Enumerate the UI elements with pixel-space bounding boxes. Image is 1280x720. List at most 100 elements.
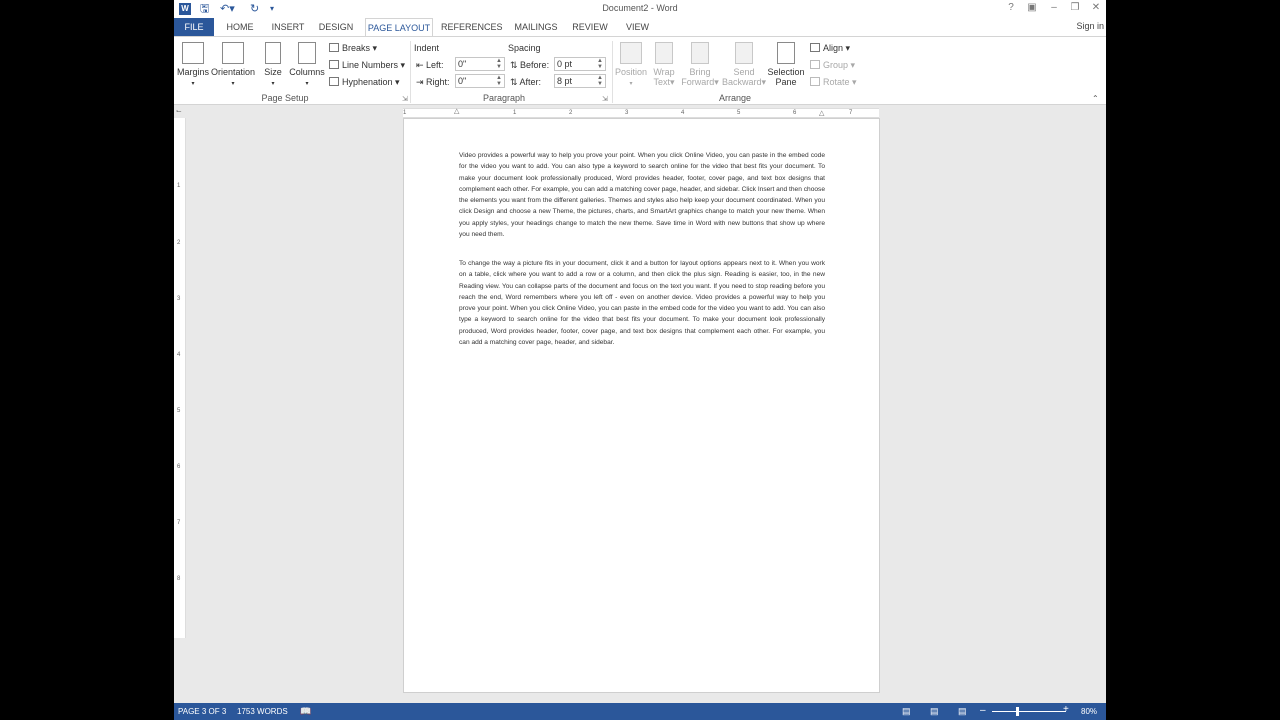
orientation-button[interactable]: Orientation ▾ — [210, 42, 256, 87]
help-icon[interactable]: ? — [1004, 2, 1018, 13]
print-layout-icon[interactable]: ▤ — [930, 706, 939, 717]
word-window: W 🖫 ↶▾ ↻ ▾ Document2 - Word ? ▣ – ❐ ✕ FI… — [174, 0, 1106, 720]
group-icon — [810, 60, 820, 69]
selection-pane-icon — [777, 42, 795, 64]
tab-page-layout[interactable]: PAGE LAYOUT — [365, 18, 433, 37]
zoom-in-icon[interactable]: + — [1063, 704, 1069, 715]
indent-right-icon: ⇥ — [416, 77, 427, 87]
document-paragraph-2[interactable]: To change the way a picture fits in your… — [459, 258, 825, 348]
spacing-before-icon: ⇅ — [510, 60, 521, 70]
tab-design[interactable]: DESIGN — [316, 18, 356, 37]
margins-label: Margins — [176, 67, 209, 77]
read-mode-icon[interactable]: ▤ — [902, 706, 911, 717]
position-icon — [620, 42, 642, 64]
spacing-after-input[interactable]: 8 pt ▲ ▼ — [554, 74, 606, 88]
columns-icon — [298, 42, 316, 64]
indent-left-input[interactable]: 0" ▲ ▼ — [455, 57, 505, 71]
size-button[interactable]: Size ▾ — [260, 42, 286, 87]
document-page[interactable]: Video provides a powerful way to help yo… — [403, 118, 880, 693]
breaks-label: Breaks — [342, 43, 371, 53]
indent-right-label: ⇥ Right: — [416, 77, 450, 87]
columns-button[interactable]: Columns ▾ — [288, 42, 326, 87]
line-numbers-button[interactable]: Line Numbers ▾ — [329, 58, 405, 72]
proofing-icon[interactable]: 📖 — [300, 706, 311, 717]
bring-forward-button[interactable]: Bring Forward▾ — [678, 42, 722, 88]
title-bar: W 🖫 ↶▾ ↻ ▾ Document2 - Word ? ▣ – ❐ ✕ — [174, 0, 1106, 18]
group-button[interactable]: Group ▾ — [810, 58, 855, 72]
margins-button[interactable]: Margins ▾ — [176, 42, 210, 87]
tab-insert[interactable]: INSERT — [268, 18, 308, 37]
indent-right-input[interactable]: 0" ▲ ▼ — [455, 74, 505, 88]
breaks-button[interactable]: Breaks ▾ — [329, 41, 377, 55]
orientation-label: Orientation — [210, 67, 256, 77]
ribbon-display-options-icon[interactable]: ▣ — [1025, 2, 1039, 13]
margins-icon — [182, 42, 204, 64]
zoom-out-icon[interactable]: – — [980, 705, 986, 716]
send-backward-button[interactable]: Send Backward▾ — [722, 42, 766, 88]
indent-left-label: ⇤ Left: — [416, 60, 444, 70]
position-button[interactable]: Position ▾ — [614, 42, 648, 87]
wrap-text-button[interactable]: Wrap Text▾ — [650, 42, 678, 88]
paragraph-group-label: Paragraph — [482, 93, 526, 103]
hyphenation-icon — [329, 77, 339, 86]
page-setup-launcher-icon[interactable]: ⇲ — [402, 95, 408, 103]
document-paragraph-1[interactable]: Video provides a powerful way to help yo… — [459, 150, 825, 240]
line-numbers-label: Line Numbers — [342, 60, 399, 70]
hyphenation-label: Hyphenation — [342, 77, 393, 87]
zoom-slider[interactable] — [992, 711, 1066, 712]
ribbon: Margins ▾ Orientation ▾ Size ▾ Columns ▾ Bre… — [174, 36, 1106, 105]
window-title: Document2 - Word — [602, 3, 678, 13]
tab-home[interactable]: HOME — [221, 18, 259, 37]
tab-review[interactable]: REVIEW — [570, 18, 610, 37]
size-label: Size — [264, 67, 282, 77]
tab-references[interactable]: REFERENCES — [441, 18, 503, 37]
page-count-status[interactable]: PAGE 3 OF 3 — [178, 707, 226, 716]
spacing-before-label: ⇅ Before: — [510, 60, 550, 70]
paragraph-launcher-icon[interactable]: ⇲ — [602, 95, 608, 103]
status-bar: PAGE 3 OF 3 1753 WORDS 📖 ▤ ▤ ▤ – + 80% — [174, 703, 1106, 720]
close-icon[interactable]: ✕ — [1089, 2, 1103, 13]
word-count-status[interactable]: 1753 WORDS — [237, 707, 288, 716]
tab-view[interactable]: VIEW — [620, 18, 655, 37]
zoom-level[interactable]: 80% — [1081, 707, 1097, 716]
zoom-slider-thumb[interactable] — [1016, 707, 1019, 716]
bring-forward-icon — [691, 42, 709, 64]
restore-icon[interactable]: ❐ — [1068, 2, 1082, 13]
orientation-icon — [222, 42, 244, 64]
rotate-button[interactable]: Rotate ▾ — [810, 75, 857, 89]
spacing-before-input[interactable]: 0 pt ▲ ▼ — [554, 57, 606, 71]
tab-mailings[interactable]: MAILINGS — [511, 18, 561, 37]
vertical-ruler[interactable]: 1 2 3 4 5 6 7 8 — [174, 118, 186, 638]
page-setup-group-label: Page Setup — [261, 93, 309, 103]
right-indent-marker-icon[interactable]: △ — [819, 109, 824, 117]
spacing-after-icon: ⇅ — [510, 77, 520, 87]
indent-heading: Indent — [414, 43, 440, 53]
send-backward-icon — [735, 42, 753, 64]
page-size-icon — [265, 42, 281, 64]
hyphenation-button[interactable]: Hyphenation ▾ — [329, 75, 400, 89]
wrap-text-icon — [655, 42, 673, 64]
align-icon — [810, 43, 820, 52]
rotate-icon — [810, 77, 820, 86]
sign-in-link[interactable]: Sign in — [1076, 21, 1104, 31]
breaks-icon — [329, 43, 339, 52]
selection-pane-button[interactable]: Selection Pane — [766, 42, 806, 87]
group-separator — [410, 41, 411, 103]
minimize-icon[interactable]: – — [1047, 2, 1061, 13]
line-numbers-icon — [329, 60, 339, 69]
web-layout-icon[interactable]: ▤ — [958, 706, 967, 717]
tab-file[interactable]: FILE — [174, 18, 214, 37]
group-separator — [612, 41, 613, 103]
horizontal-ruler[interactable]: 1 1 2 3 4 5 6 7 △ △ — [403, 108, 879, 118]
spacing-after-label: ⇅ After: — [510, 77, 542, 87]
indent-left-icon: ⇤ — [416, 60, 427, 70]
columns-label: Columns — [289, 67, 325, 77]
arrange-group-label: Arrange — [718, 93, 752, 103]
tab-selector-icon[interactable]: ⌙ — [176, 105, 182, 119]
spacing-heading: Spacing — [508, 43, 541, 53]
align-button[interactable]: Align ▾ — [810, 41, 850, 55]
document-area[interactable]: ⌙ 1 1 2 3 4 5 6 7 △ △ 1 2 3 4 5 6 7 8 Vi… — [174, 105, 1106, 703]
ribbon-tabs: FILE HOME INSERT DESIGN PAGE LAYOUT REFE… — [174, 18, 1106, 37]
indent-marker-icon[interactable]: △ — [454, 107, 459, 115]
collapse-ribbon-icon[interactable]: ⌃ — [1092, 92, 1099, 106]
